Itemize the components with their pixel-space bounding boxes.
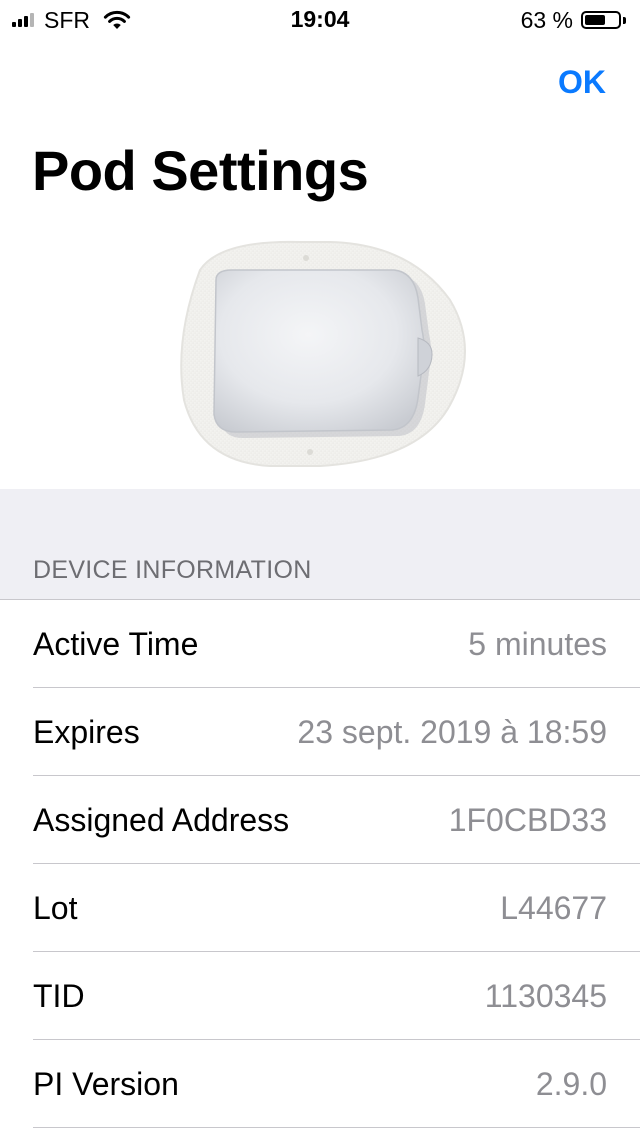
section-header: DEVICE INFORMATION [33, 556, 312, 584]
row-label: Lot [33, 890, 78, 926]
status-right: 63 % [521, 6, 626, 34]
row-value: 1130345 [484, 978, 607, 1014]
status-bar: SFR 19:04 63 % [0, 0, 640, 40]
pod-body [213, 269, 425, 433]
battery-icon [581, 11, 621, 29]
table-row-pi-version: PI Version 2.9.0 [0, 1040, 640, 1128]
pod-image [160, 230, 480, 480]
table-row-lot: Lot L44677 [0, 864, 640, 952]
battery-tip [623, 16, 626, 24]
row-label: PI Version [33, 1066, 179, 1102]
row-label: Expires [33, 714, 140, 750]
row-value: 1F0CBD33 [448, 802, 607, 838]
battery-percent: 63 % [520, 6, 573, 33]
row-label: Assigned Address [33, 802, 290, 838]
pod-illustration [180, 240, 466, 467]
row-value: L44677 [500, 890, 607, 926]
row-value: 2.9.0 [535, 1066, 607, 1102]
ok-button[interactable]: OK [558, 64, 606, 101]
row-value: 5 minutes [468, 626, 607, 662]
row-label: TID [33, 978, 85, 1014]
device-info-table: Active Time 5 minutes Expires 23 sept. 2… [0, 600, 640, 1128]
table-row-active-time: Active Time 5 minutes [0, 600, 640, 688]
row-label: Active Time [33, 626, 199, 662]
page-title: Pod Settings [32, 139, 369, 202]
battery-level-fill [585, 15, 606, 25]
table-row-expires: Expires 23 sept. 2019 à 18:59 [0, 688, 640, 776]
table-row-assigned-address: Assigned Address 1F0CBD33 [0, 776, 640, 864]
table-row-tid: TID 1130345 [0, 952, 640, 1040]
row-value: 23 sept. 2019 à 18:59 [297, 714, 607, 750]
